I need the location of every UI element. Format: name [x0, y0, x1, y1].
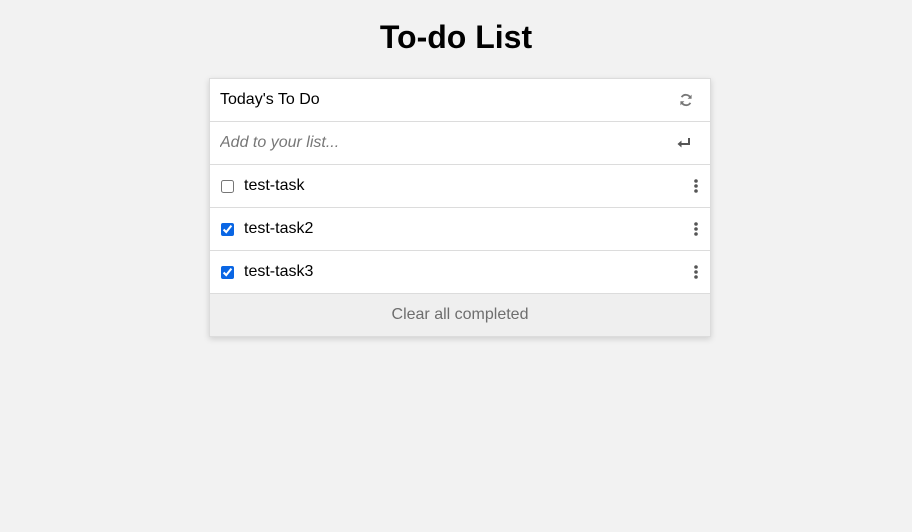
task-checkbox[interactable]	[221, 265, 234, 279]
task-row: test-task2	[210, 208, 710, 251]
enter-icon[interactable]	[672, 131, 696, 155]
list-title: Today's To Do	[220, 91, 320, 108]
task-label: test-task2	[244, 220, 314, 237]
task-checkbox[interactable]	[221, 179, 234, 193]
refresh-icon[interactable]	[674, 88, 698, 112]
clear-completed-button[interactable]: Clear all completed	[210, 294, 710, 336]
page-title: To-do List	[379, 19, 533, 55]
task-row: test-task	[210, 165, 710, 208]
kebab-menu-icon[interactable]	[684, 174, 708, 198]
add-task-row	[210, 122, 710, 165]
list-header: Today's To Do	[210, 79, 710, 122]
task-label: test-task	[244, 177, 305, 194]
kebab-menu-icon[interactable]	[684, 217, 708, 241]
task-label: test-task3	[244, 263, 314, 280]
task-checkbox[interactable]	[221, 222, 234, 236]
kebab-menu-icon[interactable]	[684, 260, 708, 284]
task-row: test-task3	[210, 251, 710, 294]
add-task-input[interactable]	[220, 134, 650, 152]
todo-card: Today's To Do test-task	[209, 78, 711, 337]
